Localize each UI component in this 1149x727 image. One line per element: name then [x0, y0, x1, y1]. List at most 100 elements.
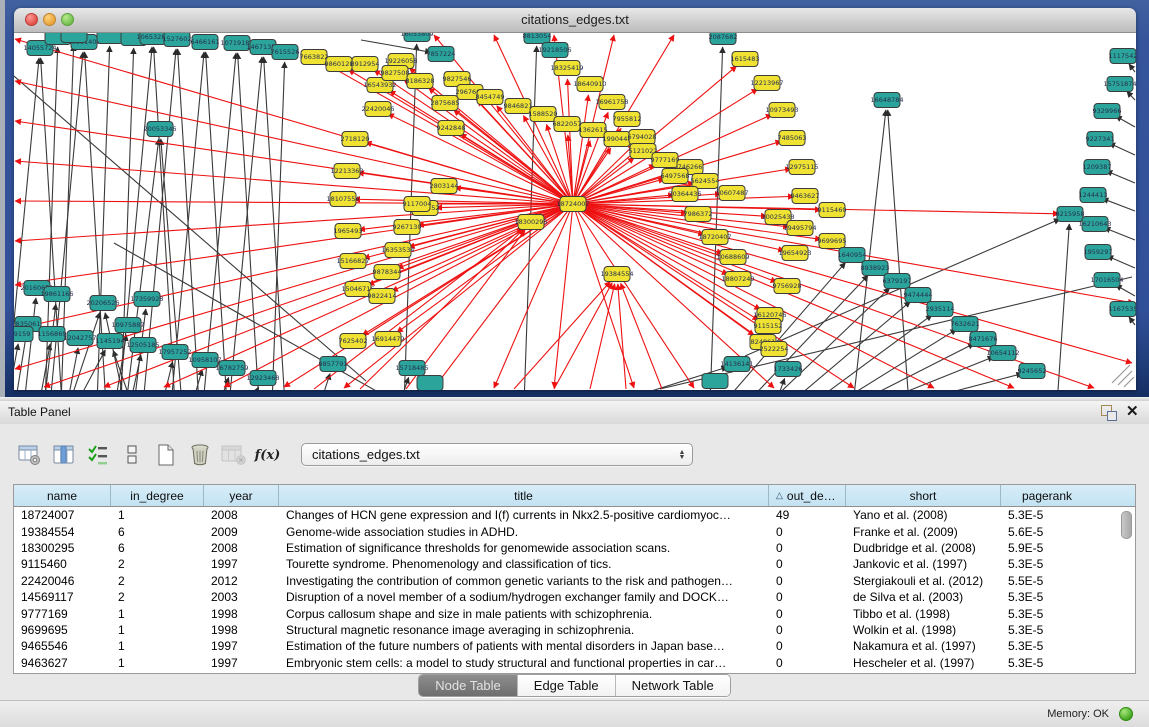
graph-node[interactable]: 7615526: [271, 45, 300, 60]
graph-node[interactable]: 7485063: [778, 131, 807, 146]
table-row[interactable]: 946362711997Embryonic stem cells: a mode…: [14, 655, 1135, 671]
memory-status-icon[interactable]: [1119, 707, 1133, 721]
graph-node[interactable]: 20053346: [143, 122, 176, 137]
graph-node[interactable]: 17957252: [158, 345, 191, 360]
table-settings-icon[interactable]: [16, 443, 43, 467]
graph-node[interactable]: 6822057: [553, 117, 582, 132]
graph-node[interactable]: 18807249: [721, 272, 754, 287]
graph-node[interactable]: 9227341: [1086, 132, 1115, 147]
graph-node[interactable]: 12213363: [330, 164, 363, 179]
graph-node[interactable]: 15166827: [336, 254, 369, 269]
graph-node[interactable]: 17016504: [1090, 273, 1123, 288]
graph-node[interactable]: 9242848: [437, 121, 466, 136]
graph-node[interactable]: 18107554: [326, 192, 359, 207]
graph-node[interactable]: 2803144: [430, 179, 459, 194]
float-panel-icon[interactable]: [1101, 405, 1117, 420]
graph-node[interactable]: 9117004: [403, 197, 432, 212]
column-header-outde[interactable]: △out_de…: [769, 485, 846, 506]
column-header-short[interactable]: short: [846, 485, 1001, 506]
graph-node[interactable]: 1527602: [163, 33, 192, 47]
graph-node[interactable]: 8813054: [523, 33, 552, 44]
graph-node[interactable]: 20364436: [668, 187, 701, 202]
graph-node[interactable]: 6497568: [661, 169, 690, 184]
graph-node[interactable]: 9267130: [393, 220, 422, 235]
graph-node[interactable]: 9777169: [651, 153, 680, 168]
graph-node[interactable]: 19218506: [538, 43, 571, 58]
graph-node[interactable]: 18300295: [514, 215, 547, 230]
graph-node[interactable]: 19495794: [783, 221, 816, 236]
tab-node-table[interactable]: Node Table: [419, 675, 518, 696]
graph-node[interactable]: 1167535: [1109, 302, 1136, 317]
column-header-name[interactable]: name: [14, 485, 111, 506]
graph-node[interactable]: 7986372: [684, 207, 713, 222]
graph-node[interactable]: 16210643: [1078, 217, 1111, 232]
table-columns-icon[interactable]: [50, 443, 77, 467]
graph-node[interactable]: 2935114: [926, 302, 955, 317]
graph-node[interactable]: 10654112: [986, 346, 1019, 361]
graph-node[interactable]: 10607487: [715, 186, 748, 201]
graph-node[interactable]: 14136141: [720, 357, 753, 372]
table-row[interactable]: 1872400712008Changes of HCN gene express…: [14, 507, 1135, 523]
delete-table-icon[interactable]: [186, 443, 213, 467]
table-row[interactable]: 2242004622012Investigating the contribut…: [14, 573, 1135, 589]
column-header-title[interactable]: title: [279, 485, 769, 506]
graph-node[interactable]: 2718120: [341, 132, 370, 147]
graph-node[interactable]: 9245652: [1018, 364, 1047, 379]
graph-node[interactable]: 2875685: [431, 96, 460, 111]
graph-node[interactable]: [61, 33, 87, 43]
table-row[interactable]: 969969511998Structural magnetic resonanc…: [14, 622, 1135, 638]
graph-node[interactable]: 7625402: [339, 334, 368, 349]
graph-node[interactable]: 1145194: [96, 334, 125, 349]
graph-node[interactable]: 18325419: [550, 61, 583, 76]
graph-node[interactable]: 9329966: [1093, 104, 1122, 119]
graph-node[interactable]: 10688609: [716, 250, 749, 265]
graph-node[interactable]: 1733426: [774, 362, 803, 377]
graph-node[interactable]: 20206526: [86, 296, 119, 311]
table-row[interactable]: 1456911722003Disruption of a novel membe…: [14, 589, 1135, 605]
graph-node[interactable]: 15751874: [1103, 77, 1136, 92]
row-height-icon[interactable]: [118, 443, 145, 467]
graph-node[interactable]: 6466161: [191, 35, 220, 50]
graph-node[interactable]: 9860128: [325, 57, 354, 72]
close-panel-icon[interactable]: ✕: [1126, 403, 1139, 421]
new-table-icon[interactable]: [152, 443, 179, 467]
column-header-indegree[interactable]: in_degree: [111, 485, 204, 506]
graph-node[interactable]: [97, 33, 123, 44]
graph-node[interactable]: 7955812: [613, 112, 642, 127]
graph-node[interactable]: 1244413: [1079, 188, 1108, 203]
table-row[interactable]: 946554611997Estimation of the future num…: [14, 638, 1135, 654]
graph-node[interactable]: 9822414: [368, 289, 397, 304]
graph-node[interactable]: 6794028: [628, 130, 657, 145]
graph-node[interactable]: 1640954: [838, 248, 867, 263]
graph-node[interactable]: 9115460: [818, 203, 847, 218]
table-row[interactable]: 1830029562008Estimation of significance …: [14, 540, 1135, 556]
citation-network-graph[interactable]: 1405572420891406106532871527602646616110…: [14, 33, 1136, 390]
graph-node[interactable]: 2087682: [709, 33, 738, 45]
graph-node[interactable]: 7632621: [951, 317, 980, 332]
graph-node[interactable]: 9463627: [791, 189, 820, 204]
graph-node[interactable]: 2522254: [760, 342, 789, 357]
graph-node[interactable]: 12975115: [785, 160, 818, 175]
column-header-year[interactable]: year: [204, 485, 279, 506]
tab-network-table[interactable]: Network Table: [616, 675, 730, 696]
graph-node[interactable]: 1965493: [334, 224, 363, 239]
table-row[interactable]: 911546021997Tourette syndrome. Phenomeno…: [14, 556, 1135, 572]
graph-node[interactable]: 16353534: [381, 243, 414, 258]
graph-node[interactable]: 12505185: [126, 338, 159, 353]
graph-node[interactable]: 7857224: [427, 47, 456, 62]
graph-node[interactable]: 8938923: [861, 261, 890, 276]
graph-node[interactable]: 8186328: [406, 74, 435, 89]
graph-node[interactable]: 18720407: [698, 230, 731, 245]
graph-node[interactable]: 6379197: [883, 274, 912, 289]
graph-node[interactable]: 9756928: [773, 279, 802, 294]
graph-node[interactable]: 1209387: [1083, 160, 1112, 175]
table-scrollbar-thumb[interactable]: [1121, 511, 1132, 539]
graph-node[interactable]: 16914479: [371, 332, 404, 347]
graph-node[interactable]: 12213967: [750, 76, 783, 91]
graph-node[interactable]: 9857791: [319, 357, 348, 372]
graph-node[interactable]: 12042757: [63, 331, 96, 346]
graph-node[interactable]: 10975887: [111, 318, 144, 333]
graph-node[interactable]: 9115152: [754, 319, 783, 334]
network-canvas[interactable]: 1405572420891406106532871527602646616110…: [14, 33, 1136, 390]
graph-node[interactable]: 16648784: [870, 93, 903, 108]
